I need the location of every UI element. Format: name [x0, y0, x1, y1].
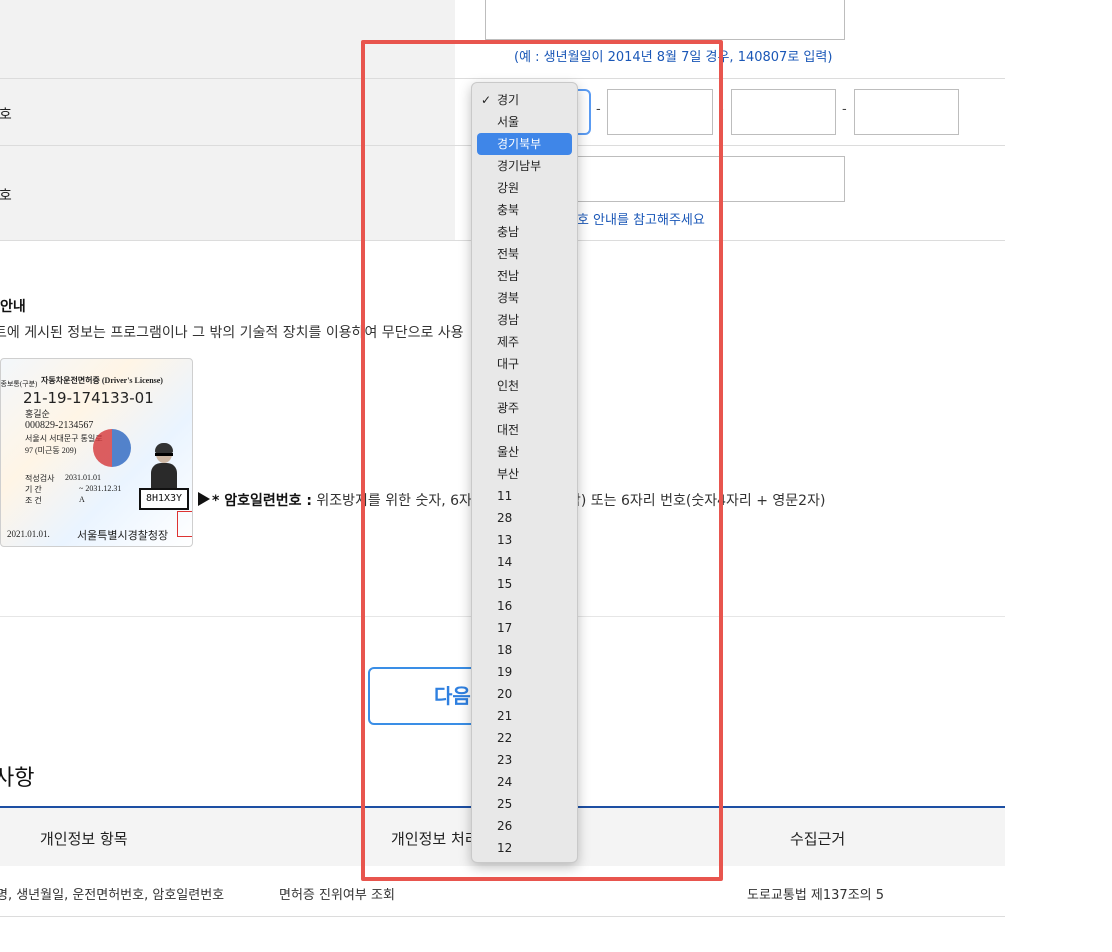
issuer: 서울특별시경찰청장: [77, 530, 169, 542]
arrow-right-icon: [198, 492, 210, 506]
exam-date: 2031.01.01: [65, 473, 101, 482]
exam-label: 적성검사: [25, 474, 55, 483]
license-address-1: 서울시 서대문구 통일로: [25, 434, 103, 443]
condition-value: A: [79, 495, 85, 504]
separator-dash: -: [842, 102, 847, 117]
license-type: 1종보통(구분): [0, 380, 38, 388]
annotation-highlight-box: [361, 40, 723, 881]
period-label: 기 간: [25, 485, 42, 494]
serial-number-label: 번호: [0, 188, 12, 204]
official-stamp-icon: [177, 511, 192, 537]
table-cell-basis: 도로교통법 제137조의 5: [747, 888, 885, 903]
serial-code-box: 8H1X3Y: [139, 488, 189, 510]
condition-label: 조 건: [25, 496, 42, 505]
driver-license-sample-image: 1종보통(구분) 자동차운전면허증 (Driver's License) 21-…: [0, 358, 193, 547]
license-number-label: 번호: [0, 107, 12, 123]
privacy-section-title: 사항: [0, 766, 35, 791]
issue-date: 2021.01.01.: [7, 529, 50, 539]
license-id: 000829-2134567: [25, 420, 94, 431]
column-header-items: 개인정보 항목: [40, 830, 128, 848]
birthdate-input[interactable]: [485, 0, 845, 40]
serial-explanation-label: * 암호일련번호 :: [212, 493, 312, 509]
column-header-basis: 수집근거: [790, 830, 846, 848]
license-number-field-4[interactable]: [854, 89, 959, 135]
table-cell-purpose: 면허증 진위여부 조회: [279, 888, 395, 903]
license-address-2: 97 (미근동 209): [25, 446, 77, 455]
license-number: 21-19-174133-01: [23, 389, 154, 407]
table-cell-items: 명, 생년월일, 운전면허번호, 암호일련번호: [0, 888, 225, 903]
notice-title: 안내: [0, 299, 26, 315]
license-name: 홍길순: [25, 409, 50, 419]
portrait-icon: [149, 443, 179, 489]
license-number-field-3[interactable]: [731, 89, 836, 135]
license-header: 자동차운전면허증 (Driver's License): [41, 376, 163, 385]
emblem-icon: [93, 429, 131, 467]
table-row-divider: [0, 916, 1005, 917]
period-value: ~ 2031.12.31: [79, 484, 122, 493]
